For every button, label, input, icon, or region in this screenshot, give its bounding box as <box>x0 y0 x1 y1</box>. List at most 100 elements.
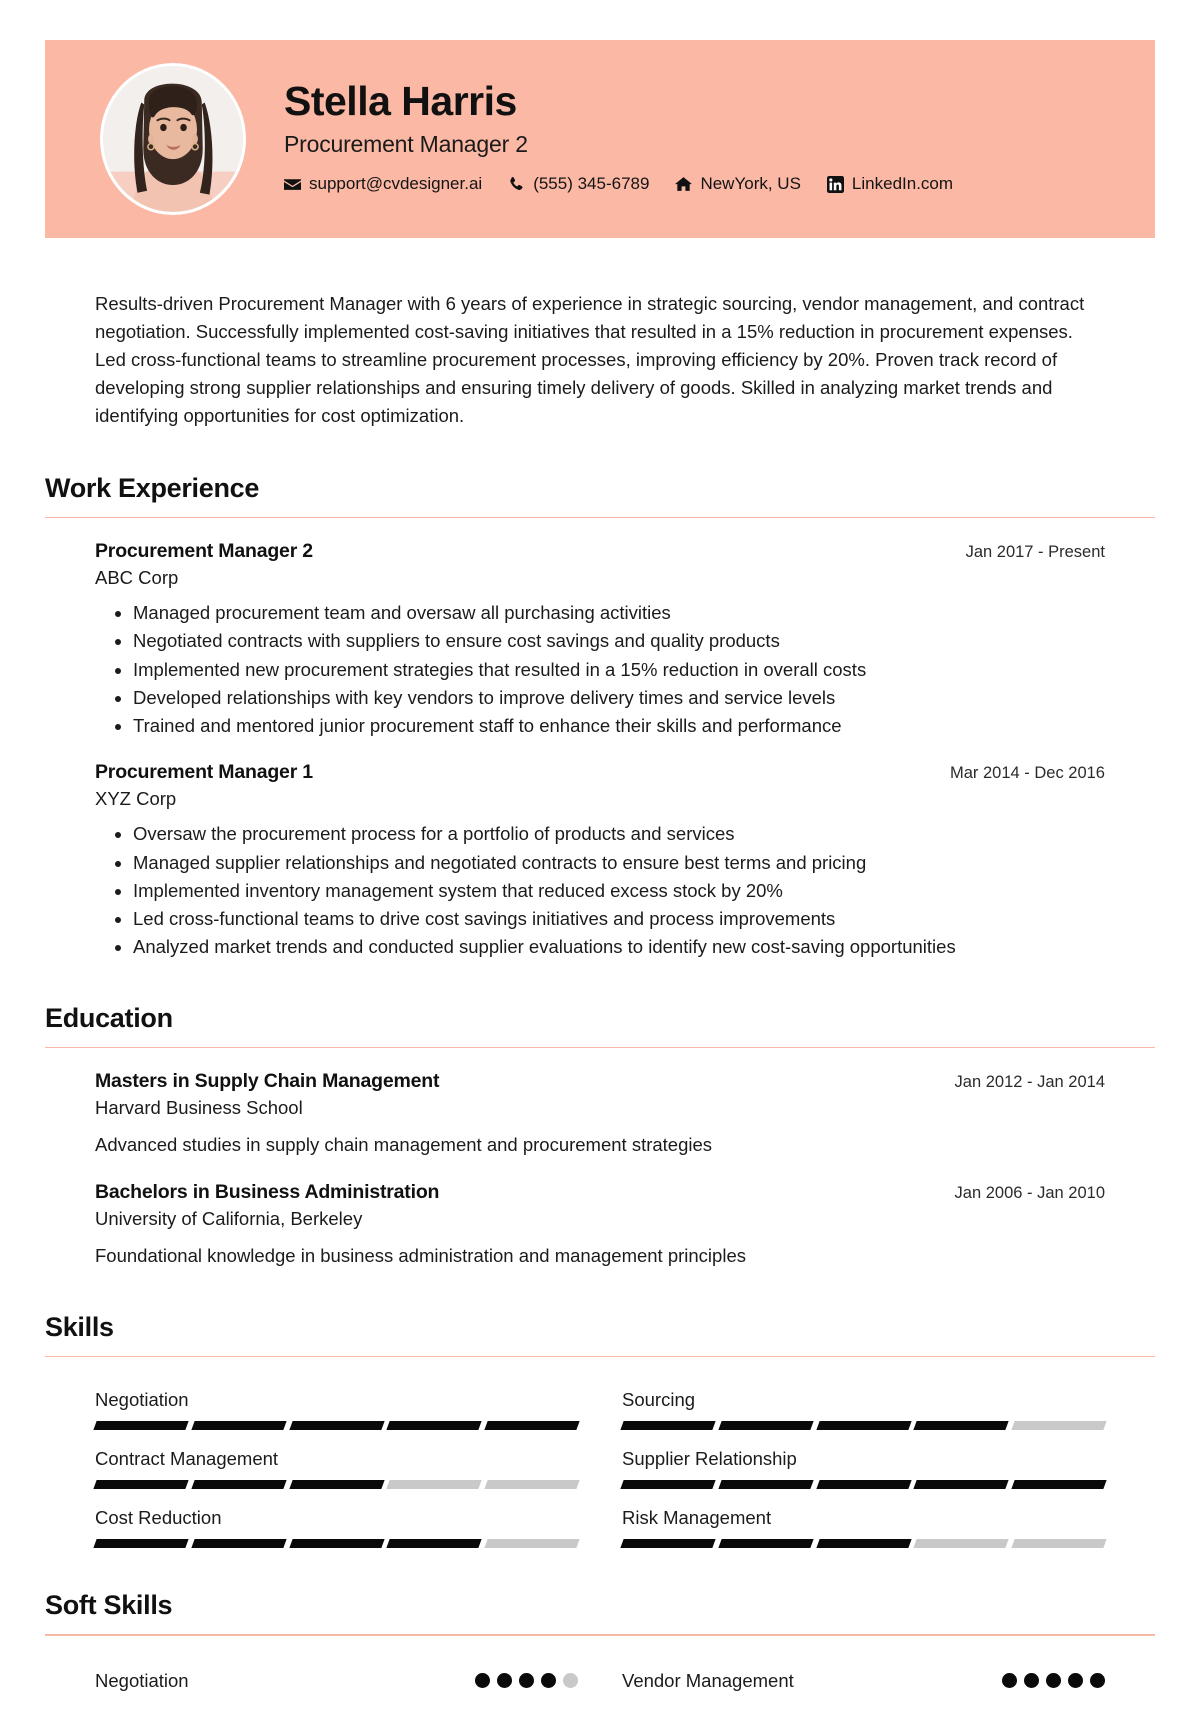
work-entry: Procurement Manager 2 Jan 2017 - Present… <box>95 540 1105 739</box>
education-entry-school: Harvard Business School <box>95 1097 303 1119</box>
skill-segment <box>718 1480 814 1490</box>
skill-segment <box>1011 1539 1107 1549</box>
skill-segment <box>386 1480 482 1490</box>
skill-row: Risk Management <box>620 1489 1107 1549</box>
rating-dot <box>1002 1673 1017 1689</box>
rating-dot <box>497 1673 512 1689</box>
resume-page: Stella Harris Procurement Manager 2 supp… <box>0 40 1200 1724</box>
rating-dot <box>475 1673 490 1689</box>
education-entry-head: Masters in Supply Chain Management Jan 2… <box>95 1070 1105 1093</box>
list-item: Implemented inventory management system … <box>133 878 1105 904</box>
avatar <box>100 63 246 215</box>
work-entry-head: Procurement Manager 1 Mar 2014 - Dec 201… <box>95 761 1105 784</box>
section-title-work-experience: Work Experience <box>45 472 260 503</box>
section-divider <box>45 1046 1155 1049</box>
contact-email[interactable]: support@cvdesigner.ai <box>284 174 482 194</box>
skill-segment <box>191 1539 287 1549</box>
home-icon <box>675 176 693 191</box>
skill-segment <box>386 1421 482 1431</box>
contact-phone[interactable]: (555) 345-6789 <box>508 174 649 194</box>
section-education: Education Masters in Supply Chain Manage… <box>45 1003 1155 1270</box>
list-item: Managed supplier relationships and negot… <box>133 850 1105 876</box>
work-entry-title: Procurement Manager 1 <box>95 761 313 784</box>
section-divider <box>45 516 1155 519</box>
skill-segment <box>93 1421 189 1431</box>
skill-segment <box>620 1539 716 1549</box>
skill-row: Cost Reduction <box>93 1489 580 1549</box>
education-entry-school: University of California, Berkeley <box>95 1208 363 1230</box>
skill-segment <box>484 1421 580 1431</box>
education-entry-list: Masters in Supply Chain Management Jan 2… <box>45 1070 1155 1270</box>
job-title: Procurement Manager 2 <box>284 131 528 158</box>
education-entry-description: Foundational knowledge in business admin… <box>95 1245 746 1267</box>
work-entry-date: Mar 2014 - Dec 2016 <box>949 764 1105 783</box>
contact-linkedin-label: LinkedIn.com <box>851 174 954 194</box>
rating-dot <box>1024 1673 1039 1689</box>
work-entry-bullets: Oversaw the procurement process for a po… <box>95 821 1105 960</box>
list-item: Managed procurement team and oversaw all… <box>133 600 1105 626</box>
work-entry-title: Procurement Manager 2 <box>95 540 313 563</box>
skill-segment <box>815 1480 912 1490</box>
list-item: Oversaw the procurement process for a po… <box>133 821 1105 847</box>
skill-row: Negotiation <box>93 1371 580 1431</box>
section-title-soft-skills: Soft Skills <box>45 1590 173 1621</box>
rating-dot <box>519 1673 534 1689</box>
skill-segment <box>620 1480 716 1490</box>
soft-skill-rating-dots <box>1002 1673 1105 1689</box>
education-entry-degree: Masters in Supply Chain Management <box>95 1070 440 1093</box>
skill-segment <box>484 1539 580 1549</box>
contact-list: support@cvdesigner.ai (555) 345-6789 New… <box>284 174 953 194</box>
education-entry-degree: Bachelors in Business Administration <box>95 1181 440 1204</box>
rating-dot <box>1046 1673 1061 1689</box>
skill-level-bar <box>93 1539 580 1549</box>
education-entry-date: Jan 2006 - Jan 2010 <box>954 1184 1105 1203</box>
skill-label: Contract Management <box>95 1448 279 1470</box>
list-item: Implemented new procurement strategies t… <box>133 657 1105 683</box>
list-item: Developed relationships with key vendors… <box>133 685 1105 711</box>
work-entry-head: Procurement Manager 2 Jan 2017 - Present <box>95 540 1105 563</box>
skill-segment <box>484 1480 580 1490</box>
rating-dot <box>541 1673 556 1689</box>
contact-location[interactable]: NewYork, US <box>675 174 801 194</box>
skill-segment <box>815 1539 912 1549</box>
resume-body: Results-driven Procurement Manager with … <box>0 290 1200 1692</box>
work-entry: Procurement Manager 1 Mar 2014 - Dec 201… <box>95 761 1105 960</box>
skill-segment <box>191 1480 287 1490</box>
section-title-education: Education <box>45 1002 173 1033</box>
soft-skill-label: Vendor Management <box>622 1669 794 1691</box>
skill-label: Cost Reduction <box>95 1507 222 1529</box>
contact-phone-label: (555) 345-6789 <box>533 174 650 194</box>
skill-segment <box>913 1421 1009 1431</box>
skill-row: Supplier Relationship <box>620 1430 1107 1490</box>
list-item: Led cross-functional teams to drive cost… <box>133 906 1105 932</box>
skill-level-bar <box>93 1421 580 1431</box>
professional-summary: Results-driven Procurement Manager with … <box>95 293 1085 427</box>
rating-dot <box>1090 1673 1105 1689</box>
page-title: Stella Harris <box>284 77 517 124</box>
skill-level-bar <box>620 1480 1107 1490</box>
soft-skill-label: Negotiation <box>95 1669 189 1691</box>
section-title-skills: Skills <box>45 1311 114 1342</box>
section-soft-skills: Soft Skills Negotiation Vendor Managemen… <box>45 1590 1155 1692</box>
education-entry: Bachelors in Business Administration Jan… <box>95 1181 1105 1270</box>
skill-level-bar <box>620 1421 1107 1431</box>
contact-location-label: NewYork, US <box>700 174 801 194</box>
section-skills: Skills Negotiation Sourcing Contract Man… <box>45 1312 1155 1549</box>
soft-skill-rating-dots <box>475 1673 578 1689</box>
education-entry: Masters in Supply Chain Management Jan 2… <box>95 1070 1105 1159</box>
skill-segment <box>288 1480 385 1490</box>
skill-segment <box>386 1539 482 1549</box>
list-item: Negotiated contracts with suppliers to e… <box>133 628 1105 654</box>
skill-segment <box>191 1421 287 1431</box>
skill-segment <box>815 1421 912 1431</box>
linkedin-icon <box>826 175 844 193</box>
section-work-experience: Work Experience Procurement Manager 2 Ja… <box>45 473 1155 961</box>
list-item: Analyzed market trends and conducted sup… <box>133 934 1105 960</box>
soft-skill-row: Vendor Management <box>622 1650 1105 1692</box>
rating-dot <box>1068 1673 1083 1689</box>
skill-segment <box>288 1539 385 1549</box>
skills-grid: Negotiation Sourcing Contract Management… <box>45 1371 1155 1549</box>
work-entry-list: Procurement Manager 2 Jan 2017 - Present… <box>45 540 1155 961</box>
skill-segment <box>1011 1480 1107 1490</box>
contact-linkedin[interactable]: LinkedIn.com <box>826 174 954 194</box>
